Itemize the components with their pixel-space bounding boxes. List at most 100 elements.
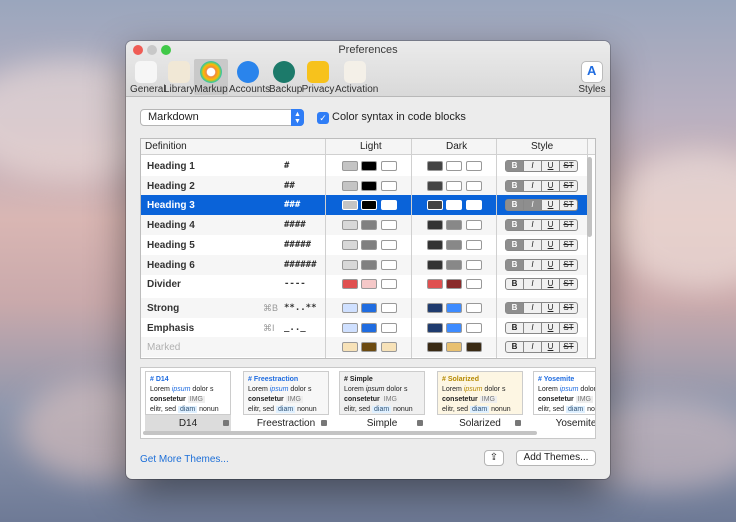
share-button[interactable]: ⇪ xyxy=(484,450,504,466)
style-toggle[interactable]: B xyxy=(506,220,524,230)
light-color-well[interactable] xyxy=(381,303,397,313)
style-toggle[interactable]: U xyxy=(542,200,560,210)
light-color-well[interactable] xyxy=(381,240,397,250)
table-row[interactable]: Heading 3 ### B I U ST xyxy=(141,195,588,215)
style-toggle[interactable]: ST xyxy=(560,200,577,210)
style-toggle[interactable]: U xyxy=(542,323,560,333)
light-color-well[interactable] xyxy=(342,323,358,333)
dark-color-well[interactable] xyxy=(446,220,462,230)
toolbar-item-general[interactable]: General xyxy=(130,59,166,95)
header-definition[interactable]: Definition xyxy=(145,141,187,152)
style-toggle[interactable]: B xyxy=(506,279,524,289)
dark-color-well[interactable] xyxy=(427,161,443,171)
table-row[interactable]: Marked B I U ST xyxy=(141,337,588,357)
dark-color-well[interactable] xyxy=(446,303,462,313)
style-toggle[interactable]: ST xyxy=(560,161,577,171)
dark-color-well[interactable] xyxy=(466,181,482,191)
light-color-well[interactable] xyxy=(381,220,397,230)
style-toggle[interactable]: U xyxy=(542,240,560,250)
style-toggle[interactable]: U xyxy=(542,220,560,230)
style-toggle[interactable]: ST xyxy=(560,342,577,352)
toolbar-item-backup[interactable]: Backup xyxy=(269,59,302,95)
style-toggle[interactable]: ST xyxy=(560,240,577,250)
style-segmented-control[interactable]: B I U ST xyxy=(505,219,578,231)
table-row[interactable]: Heading 5 ##### B I U ST xyxy=(141,235,588,255)
dark-color-well[interactable] xyxy=(427,303,443,313)
dark-color-well[interactable] xyxy=(446,181,462,191)
light-color-well[interactable] xyxy=(381,260,397,270)
style-toggle[interactable]: B xyxy=(506,181,524,191)
light-color-well[interactable] xyxy=(342,220,358,230)
light-color-well[interactable] xyxy=(342,279,358,289)
light-color-well[interactable] xyxy=(342,342,358,352)
style-toggle[interactable]: U xyxy=(542,181,560,191)
dark-color-well[interactable] xyxy=(466,220,482,230)
toolbar-item-styles[interactable]: A Styles xyxy=(578,59,606,95)
dark-color-well[interactable] xyxy=(427,260,443,270)
markup-language-select[interactable]: Markdown ▲ ▼ xyxy=(140,109,304,126)
style-toggle[interactable]: I xyxy=(524,260,542,270)
style-toggle[interactable]: B xyxy=(506,303,524,313)
style-toggle[interactable]: ST xyxy=(560,260,577,270)
style-toggle[interactable]: I xyxy=(524,181,542,191)
light-color-well[interactable] xyxy=(342,181,358,191)
style-toggle[interactable]: U xyxy=(542,260,560,270)
toolbar-item-privacy[interactable]: Privacy xyxy=(301,59,335,95)
style-toggle[interactable]: I xyxy=(524,200,542,210)
get-more-themes-link[interactable]: Get More Themes... xyxy=(140,454,229,465)
style-toggle[interactable]: B xyxy=(506,323,524,333)
light-color-well[interactable] xyxy=(361,279,377,289)
dark-color-well[interactable] xyxy=(466,260,482,270)
style-toggle[interactable]: U xyxy=(542,342,560,352)
header-style[interactable]: Style xyxy=(531,141,553,152)
style-toggle[interactable]: B xyxy=(506,260,524,270)
dark-color-well[interactable] xyxy=(446,240,462,250)
dark-color-well[interactable] xyxy=(427,181,443,191)
light-color-well[interactable] xyxy=(361,260,377,270)
style-toggle[interactable]: B xyxy=(506,161,524,171)
dark-color-well[interactable] xyxy=(466,279,482,289)
style-toggle[interactable]: I xyxy=(524,279,542,289)
table-scrollbar[interactable] xyxy=(587,157,592,237)
style-segmented-control[interactable]: B I U ST xyxy=(505,341,578,353)
theme-preview-yosemite[interactable]: # Yosemite Lorem ipsum dolor s consetetu… xyxy=(533,371,595,433)
table-row[interactable]: Heading 1 # B I U ST xyxy=(141,156,588,176)
light-color-well[interactable] xyxy=(361,181,377,191)
light-color-well[interactable] xyxy=(361,323,377,333)
light-color-well[interactable] xyxy=(361,303,377,313)
color-syntax-label[interactable]: Color syntax in code blocks xyxy=(332,111,466,123)
style-segmented-control[interactable]: B I U ST xyxy=(505,199,578,211)
style-toggle[interactable]: I xyxy=(524,342,542,352)
toolbar-item-accounts[interactable]: Accounts xyxy=(229,59,270,95)
color-syntax-checkbox[interactable]: ✓ xyxy=(317,112,329,124)
theme-preview-simple[interactable]: # Simple Lorem ipsum dolor s consetetur … xyxy=(339,371,425,433)
style-toggle[interactable]: ST xyxy=(560,181,577,191)
table-row[interactable]: Strong ⌘B **..** B I U ST xyxy=(141,298,588,318)
theme-preview-freestraction[interactable]: # Freestraction Lorem ipsum dolor s cons… xyxy=(243,371,329,433)
dark-color-well[interactable] xyxy=(446,200,462,210)
light-color-well[interactable] xyxy=(342,161,358,171)
style-toggle[interactable]: ST xyxy=(560,303,577,313)
toolbar-item-library[interactable]: Library xyxy=(164,59,195,95)
dark-color-well[interactable] xyxy=(427,323,443,333)
dark-color-well[interactable] xyxy=(427,200,443,210)
light-color-well[interactable] xyxy=(361,220,377,230)
dark-color-well[interactable] xyxy=(466,303,482,313)
theme-preview-solarized[interactable]: # Solarized Lorem ipsum dolor s consetet… xyxy=(437,371,523,433)
light-color-well[interactable] xyxy=(381,279,397,289)
add-themes-button[interactable]: Add Themes... xyxy=(516,450,596,466)
light-color-well[interactable] xyxy=(342,303,358,313)
style-toggle[interactable]: B xyxy=(506,240,524,250)
style-toggle[interactable]: U xyxy=(542,303,560,313)
style-segmented-control[interactable]: B I U ST xyxy=(505,322,578,334)
style-segmented-control[interactable]: B I U ST xyxy=(505,239,578,251)
light-color-well[interactable] xyxy=(381,342,397,352)
style-toggle[interactable]: I xyxy=(524,161,542,171)
light-color-well[interactable] xyxy=(342,200,358,210)
light-color-well[interactable] xyxy=(381,200,397,210)
light-color-well[interactable] xyxy=(361,240,377,250)
style-toggle[interactable]: B xyxy=(506,200,524,210)
dark-color-well[interactable] xyxy=(427,279,443,289)
table-row[interactable]: Heading 2 ## B I U ST xyxy=(141,176,588,196)
style-toggle[interactable]: I xyxy=(524,303,542,313)
